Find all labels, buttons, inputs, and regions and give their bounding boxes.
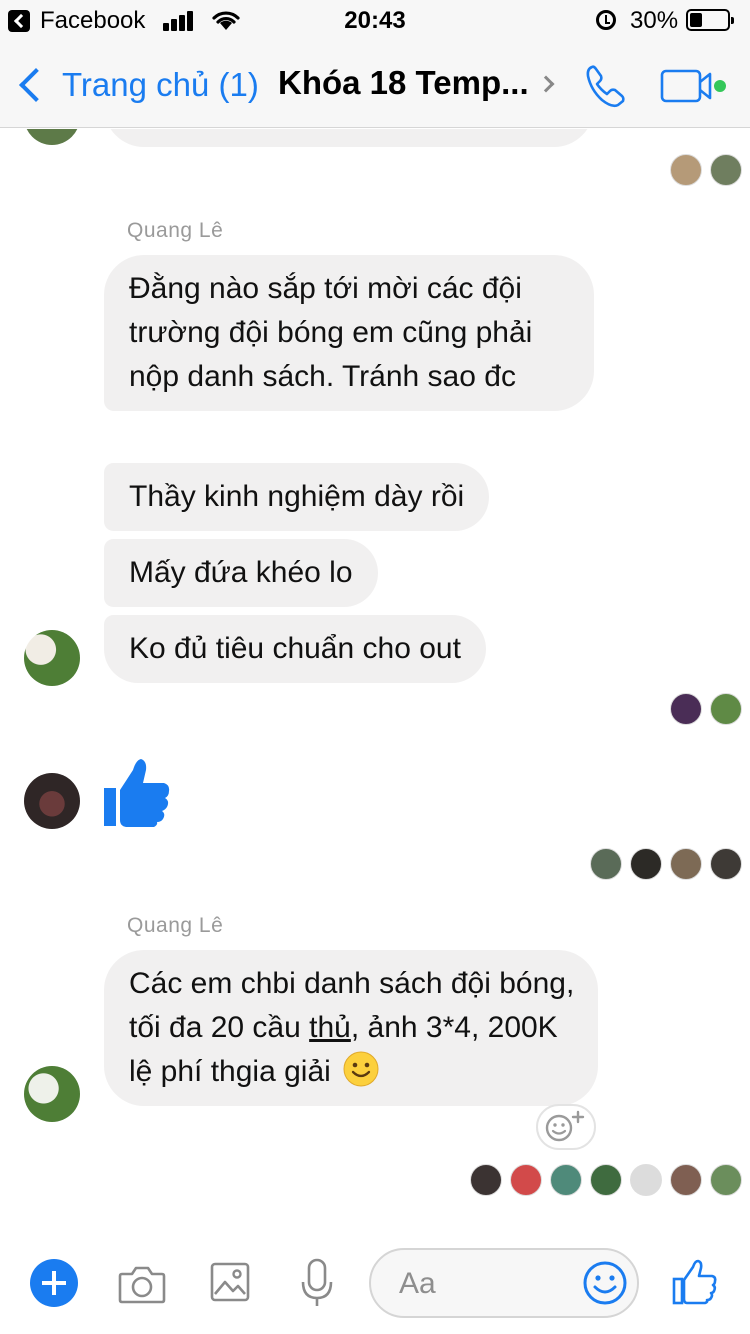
back-icon xyxy=(19,68,53,102)
send-like-icon[interactable] xyxy=(672,1259,718,1305)
message-bubble[interactable]: Mấy đứa khéo lo xyxy=(104,539,378,607)
sender-name: Quang Lê xyxy=(127,219,224,242)
conversation-title[interactable]: Khóa 18 Temp... xyxy=(278,64,532,106)
emoji-icon[interactable] xyxy=(582,1260,628,1306)
image-icon[interactable] xyxy=(210,1262,250,1302)
conversation-header: Trang chủ (1) Khóa 18 Temp... xyxy=(0,40,750,128)
read-receipt-avatar xyxy=(550,1164,582,1196)
message-bubble[interactable]: Các em chbi danh sách đội bóng, tối đa 2… xyxy=(104,950,598,1106)
read-receipt-avatar xyxy=(630,1164,662,1196)
read-receipt-avatar xyxy=(630,848,662,880)
camera-icon[interactable] xyxy=(118,1264,166,1304)
read-receipt-avatar xyxy=(510,1164,542,1196)
read-receipt-avatar xyxy=(670,154,702,186)
microphone-icon[interactable] xyxy=(300,1258,334,1308)
message-list[interactable]: Quang Lê Đằng nào sắp tới mời các đội tr… xyxy=(0,129,750,1234)
chevron-right-icon[interactable] xyxy=(537,75,555,93)
read-receipt-avatar xyxy=(590,848,622,880)
avatar[interactable] xyxy=(24,630,80,686)
read-receipt-avatar xyxy=(670,1164,702,1196)
phone-icon[interactable] xyxy=(582,62,630,110)
video-call-icon[interactable] xyxy=(660,68,730,104)
message-bubble[interactable]: Đằng nào sắp tới mời các đội trường đội … xyxy=(104,255,594,411)
underlined-word[interactable]: thủ xyxy=(309,1011,351,1044)
add-reaction-icon[interactable] xyxy=(536,1104,596,1150)
thumbs-up-icon[interactable] xyxy=(103,756,171,828)
read-receipt-avatar xyxy=(670,848,702,880)
read-receipt-avatar xyxy=(590,1164,622,1196)
read-receipt-avatar xyxy=(670,693,702,725)
message-input-container[interactable] xyxy=(369,1248,639,1318)
message-bubble[interactable]: Thầy kinh nghiệm dày rồi xyxy=(104,463,490,531)
read-receipt-avatar xyxy=(710,848,742,880)
battery-icon xyxy=(686,9,734,31)
avatar[interactable] xyxy=(24,773,80,829)
message-input[interactable] xyxy=(399,1262,559,1306)
read-receipt-avatar xyxy=(710,1164,742,1196)
smile-emoji-icon xyxy=(343,1051,379,1087)
plus-icon[interactable] xyxy=(30,1259,78,1307)
read-receipt-avatar xyxy=(710,693,742,725)
composer-bar xyxy=(0,1234,750,1334)
message-bubble[interactable]: Ko đủ tiêu chuẩn cho out xyxy=(104,615,486,683)
avatar[interactable] xyxy=(24,129,80,145)
message-bubble-partial[interactable] xyxy=(104,129,594,147)
read-receipt-avatar xyxy=(470,1164,502,1196)
status-bar: Facebook 20:43 30% xyxy=(0,0,750,40)
back-button[interactable]: Trang chủ (1) xyxy=(14,62,274,108)
read-receipt-avatar xyxy=(710,154,742,186)
back-label: Trang chủ (1) xyxy=(62,66,259,103)
avatar[interactable] xyxy=(24,1066,80,1122)
alarm-icon xyxy=(596,10,616,30)
sender-name: Quang Lê xyxy=(127,914,224,937)
battery-percentage: 30% xyxy=(630,7,679,34)
